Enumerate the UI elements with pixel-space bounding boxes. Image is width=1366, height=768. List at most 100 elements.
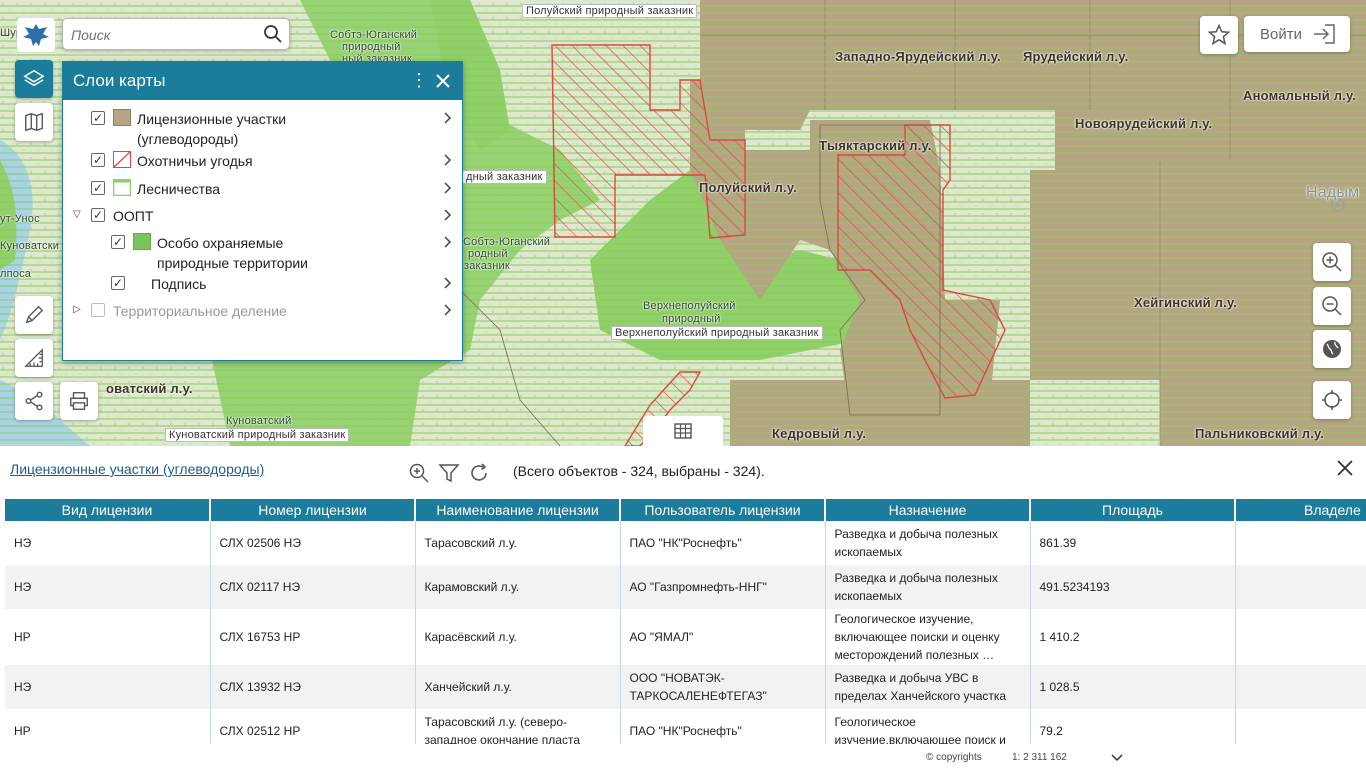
table-toolbar xyxy=(408,462,490,484)
map-label-novatsky: оватский л.у. xyxy=(106,381,193,396)
chevron-right-icon[interactable] xyxy=(442,303,452,317)
chevron-right-icon[interactable] xyxy=(442,276,452,290)
printer-icon xyxy=(70,392,88,410)
more-vertical-icon[interactable]: ⋮ xyxy=(410,71,428,91)
table-icon xyxy=(674,423,692,439)
layer-item-forestry[interactable]: ✓ Лесничества xyxy=(63,179,462,199)
layer-label-territorial: Территориальное деление xyxy=(113,303,287,319)
map-label-kunovatsky-small: Куноватский xyxy=(226,415,292,427)
map-label-poluisky-zakaznik: Полуйский природный заказник xyxy=(522,4,698,18)
column-header-user[interactable]: Пользователь лицензии xyxy=(620,499,826,521)
layer-item-hunting[interactable]: ✓ Охотничьи угодья xyxy=(63,151,462,171)
layer-checkbox-protected[interactable]: ✓ xyxy=(111,235,125,249)
cell-purpose: Разведка и добыча УВС в пределах Ханчейс… xyxy=(825,665,1031,709)
cell-user: ПАО "НК"Роснефть" xyxy=(620,521,826,565)
table-row[interactable]: НР СЛХ 16753 НР Карасёвский л.у. АО "ЯМА… xyxy=(5,609,1366,665)
share-icon xyxy=(25,391,43,411)
layer-checkbox-oopt[interactable]: ✓ xyxy=(91,208,105,222)
measure-button[interactable] xyxy=(15,339,53,377)
map-canvas[interactable]: Западно-Ярудейский л.у. Ярудейский л.у. … xyxy=(0,0,1366,446)
chevron-right-icon[interactable] xyxy=(442,153,452,167)
layers-button[interactable] xyxy=(15,60,53,98)
column-header-vid[interactable]: Вид лицензии xyxy=(5,499,211,521)
eagle-emblem-icon xyxy=(23,24,49,46)
map-label-dny-zakaznik: дный заказник xyxy=(462,170,547,184)
expand-right-icon[interactable]: ▷ xyxy=(73,304,87,315)
cell-nomer: СЛХ 02506 НЭ xyxy=(210,521,416,565)
layer-label-labels: Подпись xyxy=(151,276,207,292)
cell-purpose: Геологическое изучение, включающее поиск… xyxy=(825,609,1031,665)
table-layer-title-link[interactable]: Лицензионные участки (углеводороды) xyxy=(10,461,264,477)
table-row[interactable]: НЭ СЛХ 02117 НЭ Карамовский л.у. АО "Газ… xyxy=(5,565,1366,609)
chevron-right-icon[interactable] xyxy=(442,208,452,222)
cell-name: Ханчейский л.у. xyxy=(415,665,621,709)
layer-checkbox-forestry[interactable]: ✓ xyxy=(91,181,105,195)
layer-group-territorial[interactable]: ▷ Территориальное деление xyxy=(63,301,462,321)
cell-nomer: СЛХ 02117 НЭ xyxy=(210,565,416,609)
search-input[interactable] xyxy=(71,25,261,45)
footer-bar xyxy=(0,744,1366,768)
chevron-down-icon[interactable] xyxy=(1111,753,1123,763)
layer-label-licenses-2: (углеводороды) xyxy=(137,131,239,147)
chevron-right-icon[interactable] xyxy=(442,235,452,249)
layer-label-hunting: Охотничьи угодья xyxy=(137,153,253,169)
attribute-table-toggle[interactable] xyxy=(643,416,723,446)
table-header-row: Вид лицензии Номер лицензии Наименование… xyxy=(5,499,1366,521)
print-button[interactable] xyxy=(60,382,98,420)
column-header-nomer[interactable]: Номер лицензии xyxy=(210,499,416,521)
login-icon xyxy=(1314,24,1335,44)
login-button[interactable]: Войти xyxy=(1244,16,1350,52)
map-label-kunovatsky-zakaznik: Куноватский природный заказник xyxy=(165,428,350,442)
zoom-in-icon xyxy=(409,463,429,483)
filter-button[interactable] xyxy=(438,462,460,484)
refresh-button[interactable] xyxy=(468,462,490,484)
chevron-right-icon[interactable] xyxy=(442,111,452,125)
cell-area: 1 410.2 xyxy=(1030,609,1236,665)
emblem-logo[interactable] xyxy=(17,18,55,52)
layer-label-oopt: ООПТ xyxy=(113,208,154,224)
table-row[interactable]: НЭ СЛХ 02506 НЭ Тарасовский л.у. ПАО "НК… xyxy=(5,521,1366,565)
map-label-lposa: лпоса xyxy=(0,268,32,280)
map-label-tyaktarsky: Тыяктарский л.у. xyxy=(819,138,932,153)
layer-item-protected[interactable]: ✓ Особо охраняемые природные территории xyxy=(63,233,462,273)
layer-checkbox-labels[interactable]: ✓ xyxy=(111,276,125,290)
expand-down-icon[interactable]: ▽ xyxy=(73,209,87,220)
layer-label-licenses: Лицензионные участки xyxy=(137,111,287,127)
share-button[interactable] xyxy=(15,382,53,420)
refresh-icon xyxy=(471,463,487,481)
table-row[interactable]: НЭ СЛХ 13932 НЭ Ханчейский л.у. ООО "НОВ… xyxy=(5,665,1366,709)
map-label-yugan-4: Собтэ-Юганский xyxy=(463,236,551,248)
search-icon[interactable] xyxy=(263,24,283,44)
copyright-text[interactable]: © copyrights xyxy=(926,752,982,763)
star-icon xyxy=(1207,23,1231,46)
layer-checkbox-licenses[interactable]: ✓ xyxy=(91,111,105,125)
layer-group-oopt[interactable]: ▽ ✓ ООПТ xyxy=(63,206,462,226)
zoom-in-button[interactable] xyxy=(1313,243,1351,281)
layer-checkbox-territorial[interactable] xyxy=(91,303,105,317)
column-header-purpose[interactable]: Назначение xyxy=(825,499,1031,521)
chevron-right-icon[interactable] xyxy=(442,181,452,195)
close-icon[interactable] xyxy=(1336,459,1354,477)
cell-name: Карасёвский л.у. xyxy=(415,609,621,665)
zoom-out-button[interactable] xyxy=(1313,287,1351,325)
full-extent-button[interactable] xyxy=(1313,330,1351,368)
column-header-owner[interactable]: Владеле xyxy=(1235,499,1366,521)
basemap-button[interactable] xyxy=(15,103,53,141)
column-header-area[interactable]: Площадь xyxy=(1030,499,1236,521)
layers-panel: Слои карты ⋮ ✓ Лицензионные участки (угле… xyxy=(62,61,463,361)
layer-item-labels[interactable]: ✓ Подпись xyxy=(63,274,462,294)
cell-user: АО "ЯМАЛ" xyxy=(620,609,826,665)
favorites-button[interactable] xyxy=(1200,16,1238,54)
zoom-to-selection-button[interactable] xyxy=(408,462,430,484)
draw-button[interactable] xyxy=(15,296,53,334)
close-icon[interactable] xyxy=(434,72,452,90)
layer-checkbox-hunting[interactable]: ✓ xyxy=(91,153,105,167)
search-box[interactable] xyxy=(62,18,290,50)
locate-button[interactable] xyxy=(1313,381,1351,419)
column-header-name[interactable]: Наименование лицензии xyxy=(415,499,621,521)
zoom-out-icon xyxy=(1322,296,1342,316)
layer-item-licenses[interactable]: ✓ Лицензионные участки (углеводороды) xyxy=(63,109,462,149)
zoom-in-icon xyxy=(1322,252,1342,272)
cell-name: Тарасовский л.у. xyxy=(415,521,621,565)
map-label-novoyarudeisky: Новоярудейский л.у. xyxy=(1075,116,1213,131)
